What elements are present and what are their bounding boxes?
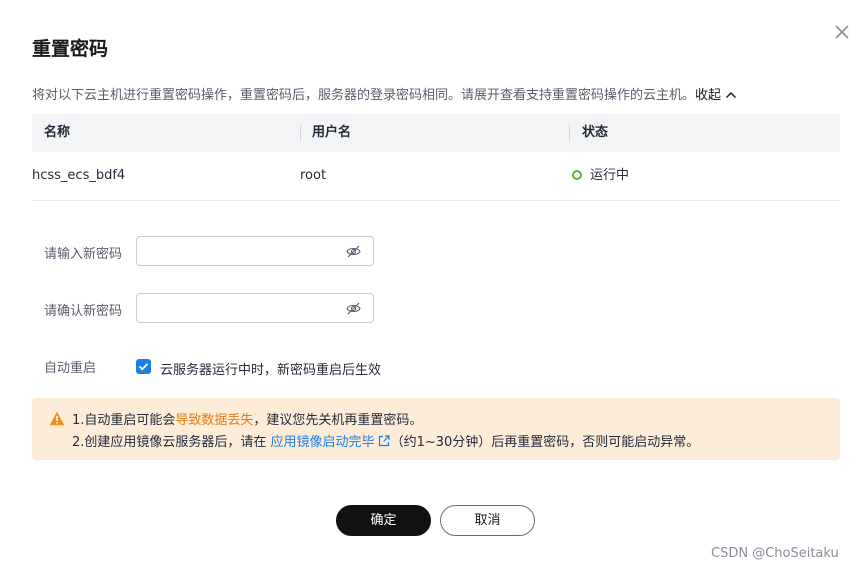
server-name: hcss_ecs_bdf4 — [32, 168, 126, 183]
column-divider — [300, 125, 301, 141]
collapse-toggle[interactable]: 收起 — [695, 88, 737, 103]
warning-alert: 1.自动重启可能会导致数据丢失，建议您先关机再重置密码。 2.创建应用镜像云服务… — [32, 398, 840, 460]
alert-line-2-suffix: （约1~30分钟）后再重置密码，否则可能启动异常。 — [390, 435, 700, 450]
eye-off-icon[interactable] — [346, 245, 361, 258]
image-startup-link[interactable]: 应用镜像启动完毕 — [271, 435, 391, 450]
warning-icon — [49, 411, 65, 426]
column-header-username: 用户名 — [312, 125, 352, 140]
reset-password-dialog: 重置密码 将对以下云主机进行重置密码操作，重置密码后，服务器的登录密码相同。请展… — [0, 0, 868, 571]
alert-line-1: 1.自动重启可能会导致数据丢失，建议您先关机再重置密码。 — [72, 409, 422, 428]
confirm-password-label: 请确认新密码 — [44, 304, 123, 319]
data-loss-warning: 导致数据丢失 — [175, 413, 254, 428]
auto-restart-checkbox[interactable] — [136, 359, 151, 374]
external-link-icon — [378, 435, 390, 447]
table-row: hcss_ecs_bdf4 root 运行中 — [32, 152, 840, 201]
close-icon[interactable] — [832, 22, 852, 42]
description-text: 将对以下云主机进行重置密码操作，重置密码后，服务器的登录密码相同。请展开查看支持… — [32, 88, 696, 103]
new-password-input[interactable] — [137, 237, 357, 265]
new-password-label: 请输入新密码 — [44, 247, 123, 262]
column-header-name: 名称 — [44, 125, 71, 140]
image-startup-link-text: 应用镜像启动完毕 — [270, 435, 375, 450]
eye-off-icon[interactable] — [346, 302, 361, 315]
dialog-title: 重置密码 — [32, 38, 109, 60]
watermark: CSDN @ChoSeitaku — [711, 546, 839, 561]
cancel-button[interactable]: 取消 — [440, 505, 535, 536]
auto-restart-text: 云服务器运行中时，新密码重启后生效 — [160, 363, 382, 378]
status-text: 运行中 — [590, 168, 630, 183]
confirm-password-field[interactable] — [136, 293, 374, 323]
auto-restart-label: 自动重启 — [44, 361, 97, 376]
alert-line-2: 2.创建应用镜像云服务器后，请在 应用镜像启动完毕 （约1~30分钟）后再重置密码… — [72, 431, 699, 450]
alert-line-2-prefix: 2.创建应用镜像云服务器后，请在 — [72, 435, 271, 450]
dialog-description: 将对以下云主机进行重置密码操作，重置密码后，服务器的登录密码相同。请展开查看支持… — [32, 84, 737, 103]
chevron-up-icon — [726, 91, 737, 99]
column-divider — [569, 125, 570, 141]
table-header: 名称 用户名 状态 — [32, 114, 840, 152]
check-icon — [138, 363, 149, 371]
new-password-field[interactable] — [136, 236, 374, 266]
confirm-password-input[interactable] — [137, 294, 357, 322]
server-status: 运行中 — [572, 152, 629, 200]
alert-line-1-suffix: ，建议您先关机再重置密码。 — [253, 413, 423, 428]
alert-line-1-prefix: 1.自动重启可能会 — [72, 413, 176, 428]
server-table: 名称 用户名 状态 hcss_ecs_bdf4 root 运行中 — [32, 114, 840, 201]
server-username: root — [300, 168, 327, 183]
collapse-label: 收起 — [695, 88, 722, 103]
column-header-status: 状态 — [582, 125, 609, 140]
status-dot-icon — [572, 169, 582, 180]
confirm-button[interactable]: 确定 — [336, 505, 431, 536]
